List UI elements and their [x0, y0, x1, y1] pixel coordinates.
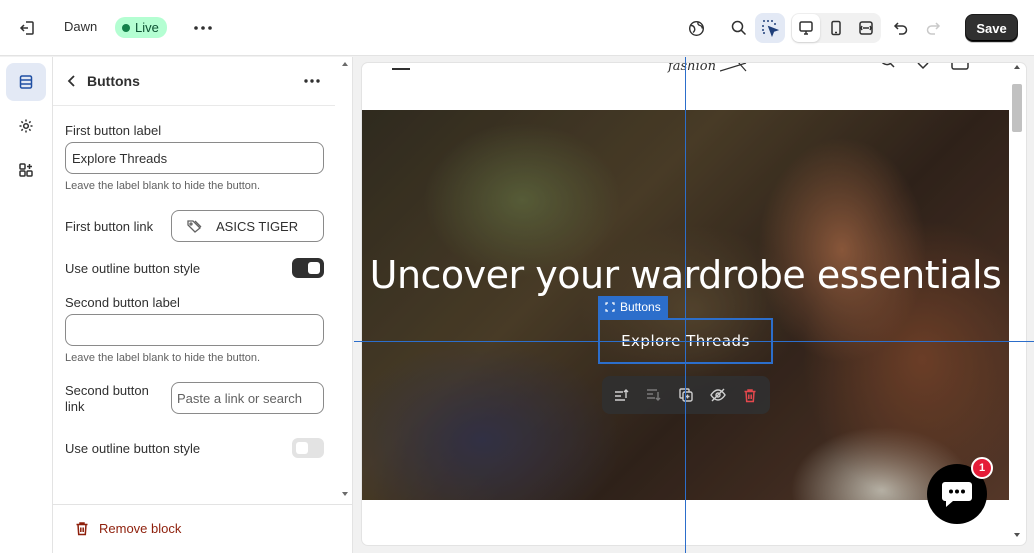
block-selection-label[interactable]: Buttons	[598, 296, 668, 318]
first-button-label-title: First button label	[65, 123, 162, 138]
logo-text: fashion	[668, 63, 716, 74]
store-logo[interactable]: fashion	[668, 63, 748, 74]
more-actions-icon[interactable]	[190, 16, 216, 40]
hide-eye-icon[interactable]	[708, 385, 728, 405]
apps-icon[interactable]	[6, 151, 46, 189]
block-toolbar	[602, 376, 770, 414]
theme-settings-gear-icon[interactable]	[6, 107, 46, 145]
chat-notification-badge: 1	[971, 457, 993, 479]
exit-icon[interactable]	[16, 16, 40, 40]
second-button-label-help: Leave the label blank to hide the button…	[65, 352, 261, 364]
alignment-guide-horizontal	[354, 341, 1034, 342]
delete-trash-icon[interactable]	[740, 385, 760, 405]
cart-icon[interactable]	[950, 63, 970, 71]
toggle-knob	[296, 442, 308, 454]
second-button-label-title: Second button label	[65, 295, 180, 310]
tag-icon	[186, 219, 202, 233]
move-down-icon[interactable]	[644, 385, 664, 405]
first-button-link-value: ASICS TIGER	[216, 218, 299, 234]
second-button-link-placeholder: Paste a link or search	[177, 390, 303, 406]
scroll-down-arrow-icon[interactable]	[341, 491, 349, 497]
outline-style-1-title: Use outline button style	[65, 261, 201, 276]
storefront-preview: fashion Uncover your wardrobe essentials…	[362, 63, 1026, 545]
outline-style-2-title: Use outline button style	[65, 441, 201, 456]
menu-icon[interactable]	[392, 68, 410, 70]
inspector-toggle-button[interactable]	[755, 13, 785, 43]
scroll-up-arrow-icon[interactable]	[1013, 64, 1021, 70]
first-button-label-help: Leave the label blank to hide the button…	[65, 180, 261, 192]
first-button-link-title: First button link	[65, 219, 154, 234]
first-button-label-value: Explore Threads	[72, 150, 168, 166]
live-dot-icon	[122, 23, 130, 32]
panel-scrollbar[interactable]	[337, 57, 351, 503]
second-button-label-input[interactable]	[65, 314, 324, 346]
chat-bubble-icon	[942, 482, 972, 507]
panel-footer: Remove block	[53, 504, 353, 553]
panel-title: Buttons	[87, 73, 140, 89]
desktop-icon[interactable]	[792, 14, 820, 42]
editor-topbar: Dawn Live Save	[0, 0, 1034, 56]
search-icon[interactable]	[878, 63, 896, 71]
mobile-icon[interactable]	[822, 14, 850, 42]
alignment-guide-vertical	[685, 57, 686, 553]
outline-style-1-toggle[interactable]	[292, 258, 324, 278]
block-settings-panel: Buttons First button label Explore Threa…	[53, 57, 353, 553]
redo-icon[interactable]	[921, 16, 945, 40]
sections-icon[interactable]	[6, 63, 46, 101]
duplicate-icon[interactable]	[676, 385, 696, 405]
move-up-icon[interactable]	[612, 385, 632, 405]
live-status-badge: Live	[115, 17, 167, 38]
search-icon[interactable]	[727, 16, 751, 40]
trash-icon	[76, 522, 88, 536]
save-button[interactable]: Save	[965, 14, 1018, 42]
scroll-thumb[interactable]	[1012, 84, 1022, 132]
second-button-link-title: Second button link	[65, 383, 149, 414]
first-button-link-input[interactable]: ASICS TIGER	[171, 210, 324, 242]
remove-block-label: Remove block	[99, 521, 182, 536]
panel-more-icon[interactable]	[301, 70, 323, 92]
remove-block-button[interactable]: Remove block	[75, 521, 181, 536]
theme-name[interactable]: Dawn	[64, 19, 97, 34]
second-button-link-input[interactable]: Paste a link or search	[171, 382, 324, 414]
editor-rail	[0, 57, 53, 553]
block-select-icon	[605, 302, 615, 312]
first-button-label-input[interactable]: Explore Threads	[65, 142, 324, 174]
back-chevron-icon[interactable]	[63, 72, 81, 90]
scroll-up-arrow-icon[interactable]	[341, 61, 349, 67]
undo-icon[interactable]	[889, 16, 913, 40]
toggle-knob	[308, 262, 320, 274]
panel-header: Buttons	[53, 57, 335, 106]
live-status-label: Live	[135, 20, 159, 35]
globe-icon[interactable]	[684, 16, 708, 40]
preview-scrollbar[interactable]	[1008, 60, 1026, 545]
outline-style-2-toggle[interactable]	[292, 438, 324, 458]
device-preview-toggle	[791, 13, 881, 43]
account-chevron-icon[interactable]	[917, 63, 929, 71]
full-width-icon[interactable]	[852, 14, 880, 42]
block-selection-label-text: Buttons	[620, 300, 661, 314]
scroll-down-arrow-icon[interactable]	[1013, 532, 1021, 538]
